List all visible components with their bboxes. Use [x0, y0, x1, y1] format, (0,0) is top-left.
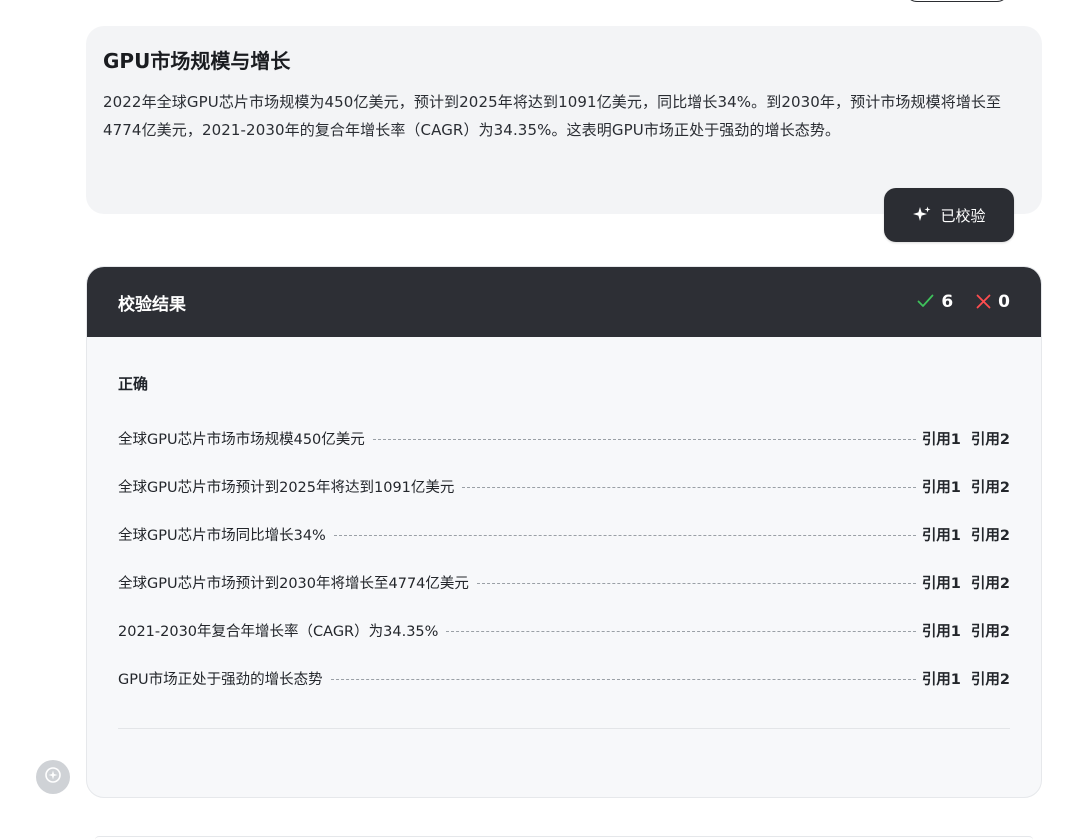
wrong-count: 0	[976, 292, 1010, 312]
dotted-leader	[333, 534, 916, 536]
claim-text: 全球GPU芯片市场预计到2030年将增长至4774亿美元	[118, 575, 469, 592]
claim-row: 全球GPU芯片市场预计到2030年将增长至4774亿美元 引用1 引用2	[118, 558, 1010, 606]
dotted-leader	[446, 630, 916, 632]
summary-title: GPU市场规模与增长	[103, 49, 291, 73]
claim-row: GPU市场正处于强劲的增长态势 引用1 引用2	[118, 654, 1010, 702]
reference-link[interactable]: 引用2	[971, 620, 1010, 641]
check-icon	[917, 292, 934, 313]
result-header: 校验结果 6 0	[87, 267, 1041, 337]
verified-label: 已校验	[940, 206, 986, 225]
assistant-avatar	[36, 760, 70, 794]
verification-result-panel: 校验结果 6 0 正确 全球GPU芯片市场市场规模450亿美元 引用1 引用2	[86, 266, 1042, 798]
reference-link[interactable]: 引用2	[971, 428, 1010, 449]
reference-link[interactable]: 引用1	[922, 524, 961, 545]
dotted-leader	[330, 678, 916, 680]
reference-link[interactable]: 引用2	[971, 668, 1010, 689]
sparkle-icon	[912, 205, 932, 225]
claim-text: 全球GPU芯片市场同比增长34%	[118, 527, 326, 544]
claim-row: 全球GPU芯片市场同比增长34% 引用1 引用2	[118, 510, 1010, 558]
next-card-edge	[95, 836, 1033, 840]
reference-link[interactable]: 引用1	[922, 476, 961, 497]
wrong-count-value: 0	[998, 292, 1010, 312]
dotted-leader	[462, 486, 916, 488]
dotted-leader	[372, 438, 916, 440]
reference-link[interactable]: 引用2	[971, 524, 1010, 545]
summary-body: 2022年全球GPU芯片市场规模为450亿美元，预计到2025年将达到1091亿…	[103, 93, 1002, 139]
claim-text: GPU市场正处于强劲的增长态势	[118, 671, 323, 688]
correct-count-value: 6	[941, 292, 954, 312]
correct-count: 6	[917, 292, 953, 313]
cross-icon	[976, 292, 991, 312]
claim-row: 全球GPU芯片市场预计到2025年将达到1091亿美元 引用1 引用2	[118, 462, 1010, 510]
claim-text: 全球GPU芯片市场预计到2025年将达到1091亿美元	[118, 479, 455, 496]
claim-row: 全球GPU芯片市场市场规模450亿美元 引用1 引用2	[118, 414, 1010, 462]
assistant-logo-icon	[44, 766, 62, 788]
summary-card: GPU市场规模与增长 2022年全球GPU芯片市场规模为450亿美元，预计到20…	[86, 26, 1042, 214]
reference-link[interactable]: 引用1	[922, 668, 961, 689]
reference-link[interactable]: 引用1	[922, 620, 961, 641]
reference-link[interactable]: 引用2	[971, 572, 1010, 593]
result-body: 正确 全球GPU芯片市场市场规模450亿美元 引用1 引用2 全球GPU芯片市场…	[87, 337, 1041, 702]
reference-link[interactable]: 引用1	[922, 428, 961, 449]
reference-link[interactable]: 引用1	[922, 572, 961, 593]
divider	[118, 728, 1010, 729]
top-action-button[interactable]	[905, 0, 1009, 2]
claim-text: 2021-2030年复合年增长率（CAGR）为34.35%	[118, 623, 439, 640]
result-title: 校验结果	[118, 294, 186, 315]
claim-row: 2021-2030年复合年增长率（CAGR）为34.35% 引用1 引用2	[118, 606, 1010, 654]
reference-link[interactable]: 引用2	[971, 476, 1010, 497]
result-counts: 6 0	[917, 292, 1010, 313]
verified-button[interactable]: 已校验	[884, 188, 1014, 242]
dotted-leader	[476, 582, 916, 584]
section-label-correct: 正确	[118, 375, 149, 393]
claim-text: 全球GPU芯片市场市场规模450亿美元	[118, 431, 365, 448]
